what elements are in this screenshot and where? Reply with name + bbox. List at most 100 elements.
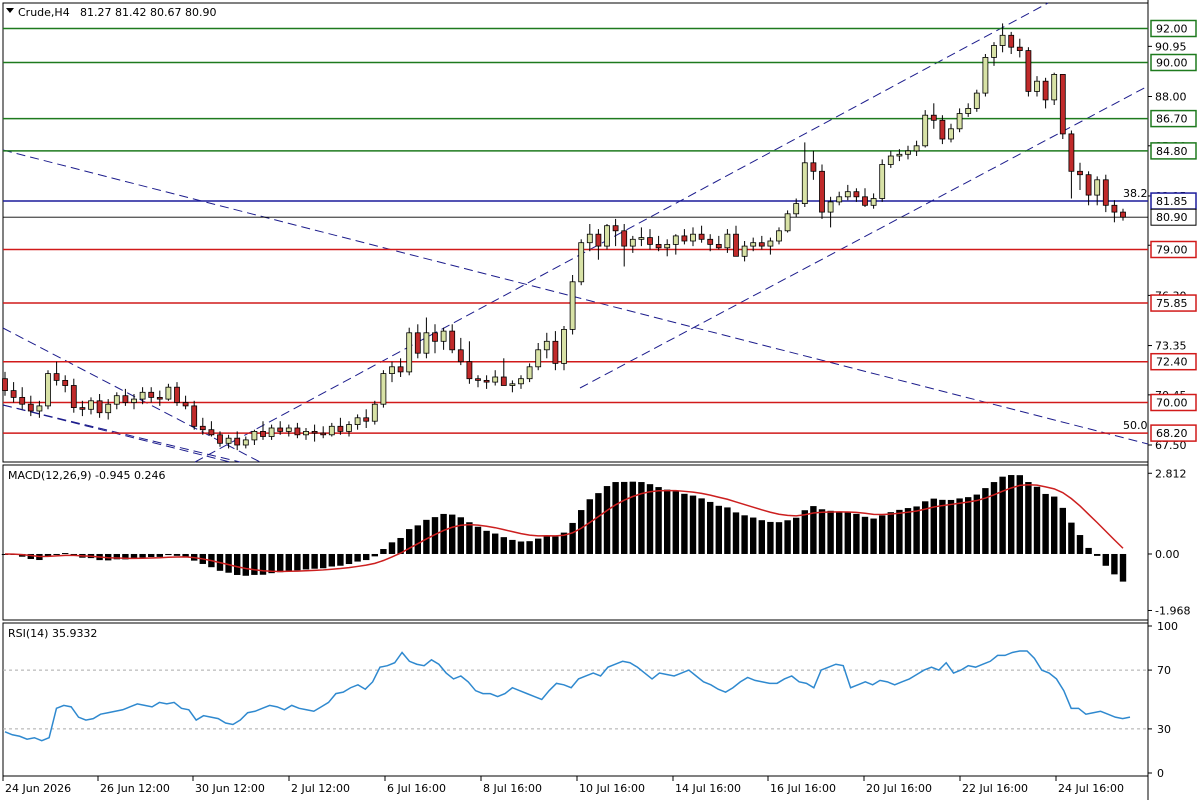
macd-bar bbox=[595, 493, 602, 554]
candle-body bbox=[122, 395, 129, 403]
level-label: 68.20 bbox=[1156, 427, 1188, 440]
fib-label: 50.0 bbox=[1123, 419, 1148, 432]
candle-body bbox=[337, 425, 344, 432]
macd-bar bbox=[173, 553, 181, 556]
macd-bar bbox=[414, 525, 421, 554]
candle-body bbox=[1077, 170, 1083, 176]
candle-body bbox=[139, 391, 146, 400]
candle bbox=[406, 327, 413, 376]
candle-body bbox=[750, 242, 757, 247]
macd-bar bbox=[543, 535, 550, 554]
candle-body bbox=[810, 162, 817, 172]
candle-body bbox=[715, 243, 722, 249]
macd-bar bbox=[1033, 486, 1041, 554]
level-label: 84.80 bbox=[1156, 145, 1188, 158]
macd-bar bbox=[793, 517, 800, 554]
candle bbox=[371, 400, 378, 425]
macd-tick-label: -1.968 bbox=[1155, 604, 1190, 617]
macd-bar bbox=[474, 526, 482, 554]
candle bbox=[1051, 72, 1058, 105]
macd-label: MACD(12,26,9) -0.945 0.246 bbox=[8, 469, 166, 482]
macd-bar bbox=[758, 520, 765, 554]
current-price-label: 80.90 bbox=[1156, 211, 1188, 224]
candle-body bbox=[88, 400, 94, 410]
macd-bar bbox=[277, 553, 284, 573]
candle-body bbox=[801, 162, 808, 205]
candle-body bbox=[406, 332, 413, 373]
macd-bar bbox=[242, 553, 249, 576]
macd-bar bbox=[268, 553, 275, 574]
macd-bar bbox=[681, 493, 688, 554]
candle-body bbox=[543, 340, 550, 351]
time-label: 16 Jul 16:00 bbox=[770, 782, 836, 795]
macd-bar bbox=[1042, 493, 1049, 554]
macd-bar bbox=[818, 509, 826, 554]
macd-bar bbox=[603, 486, 611, 554]
macd-bar bbox=[388, 542, 396, 554]
candle-body bbox=[397, 366, 404, 373]
macd-bar bbox=[311, 553, 318, 569]
candle-body bbox=[1008, 34, 1015, 48]
candle-body bbox=[466, 361, 473, 380]
macd-bar bbox=[586, 499, 593, 554]
candle bbox=[45, 370, 51, 410]
candle-body bbox=[457, 349, 464, 363]
candle-body bbox=[328, 425, 335, 436]
level-label: 75.85 bbox=[1156, 297, 1188, 310]
candle-body bbox=[1068, 133, 1075, 172]
candle-body bbox=[870, 198, 877, 206]
level-label: 72.40 bbox=[1156, 356, 1188, 369]
candle-body bbox=[913, 145, 920, 152]
candle-body bbox=[45, 373, 51, 407]
candle-body bbox=[70, 385, 77, 409]
macd-bar bbox=[483, 530, 490, 554]
macd-bar bbox=[956, 498, 963, 554]
candle-body bbox=[285, 427, 292, 432]
rsi-tick-label: 100 bbox=[1157, 620, 1178, 633]
candle-body bbox=[905, 150, 911, 155]
macd-bar bbox=[234, 553, 241, 575]
macd-bar bbox=[148, 553, 155, 558]
time-label: 20 Jul 16:00 bbox=[866, 782, 932, 795]
macd-bar bbox=[552, 536, 559, 554]
candle-body bbox=[105, 403, 112, 414]
candle-body bbox=[956, 113, 963, 130]
candle-body bbox=[896, 153, 903, 157]
candle-body bbox=[492, 376, 499, 383]
candle-body bbox=[604, 225, 610, 247]
candle-body bbox=[1034, 80, 1040, 92]
candle-body bbox=[681, 235, 688, 242]
candle-body bbox=[311, 430, 318, 434]
candle-body bbox=[724, 233, 731, 249]
candle-body bbox=[827, 201, 834, 213]
macd-bar bbox=[715, 505, 722, 554]
macd-bar bbox=[569, 522, 576, 554]
candle bbox=[784, 210, 791, 233]
macd-bar bbox=[509, 539, 516, 554]
candle-body bbox=[862, 196, 868, 206]
candle-body bbox=[217, 434, 223, 444]
macd-bar bbox=[853, 513, 860, 554]
macd-bar bbox=[775, 522, 783, 554]
macd-bar bbox=[612, 482, 619, 554]
macd-bar bbox=[492, 533, 499, 554]
candle-body bbox=[440, 330, 447, 342]
macd-bar bbox=[732, 512, 740, 554]
candle-body bbox=[535, 349, 542, 368]
candle bbox=[879, 159, 886, 202]
time-label: 26 Jun 12:00 bbox=[100, 782, 170, 795]
candle-body bbox=[363, 417, 370, 422]
ohlc-label: 81.27 81.42 80.67 80.90 bbox=[80, 6, 216, 19]
macd-bar bbox=[1059, 507, 1066, 554]
macd-bar bbox=[1085, 547, 1092, 554]
macd-bar bbox=[965, 497, 972, 554]
candle bbox=[819, 164, 825, 219]
candle-body bbox=[1094, 179, 1101, 196]
candle-body bbox=[191, 405, 198, 427]
macd-bar bbox=[672, 491, 679, 554]
macd-bar bbox=[646, 484, 654, 554]
candle-body bbox=[1016, 46, 1023, 52]
macd-bar bbox=[294, 553, 301, 571]
macd-bar bbox=[517, 541, 525, 554]
macd-bar bbox=[328, 553, 335, 567]
